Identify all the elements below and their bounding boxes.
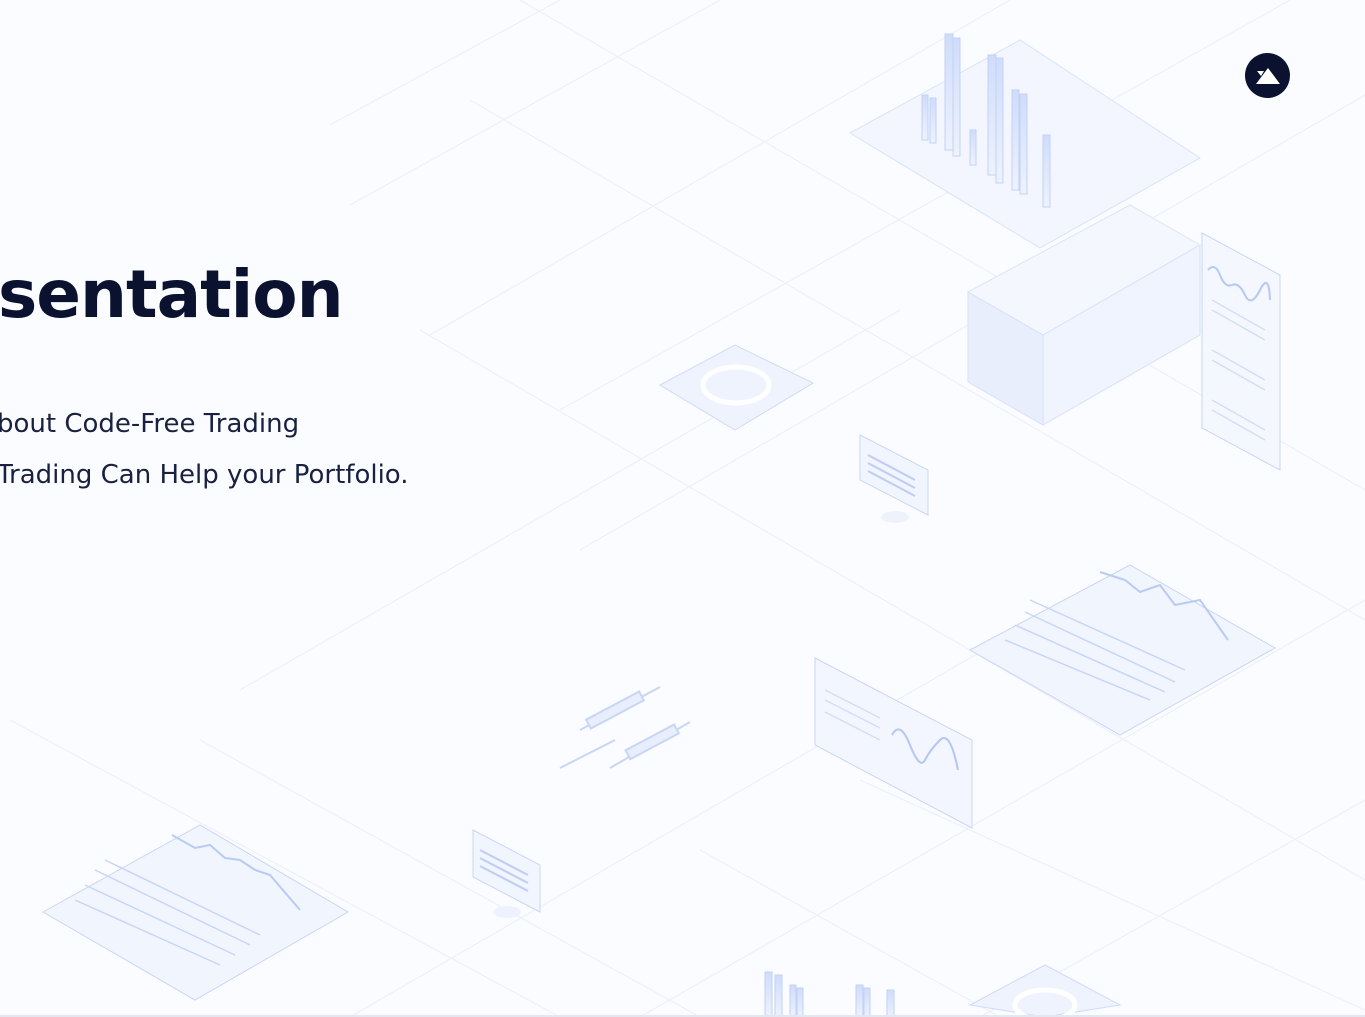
page-title: sentation [0,256,344,333]
isometric-background-illustration [9,0,1365,1017]
bottom-bars-illustration [764,971,895,1017]
bottom-chat-card-illustration [472,829,541,918]
cube-illustration [966,204,1202,426]
bottom-ring-illustration [968,964,1122,1017]
waveform-document-illustration [968,564,1277,736]
candlestick-illustration [559,686,691,769]
wave-panel-illustration [814,657,973,829]
chat-card-illustration [859,434,929,523]
bottom-document-illustration [41,824,349,1001]
subtitle-line-1: bout Code-Free Trading [0,409,300,439]
ring-tile-illustration [658,344,815,431]
brand-logo-button[interactable] [1245,53,1290,98]
mountain-logo-icon [1255,67,1280,84]
document-panel-illustration [1201,232,1281,471]
subtitle-line-2: Trading Can Help your Portfolio. [0,460,409,490]
